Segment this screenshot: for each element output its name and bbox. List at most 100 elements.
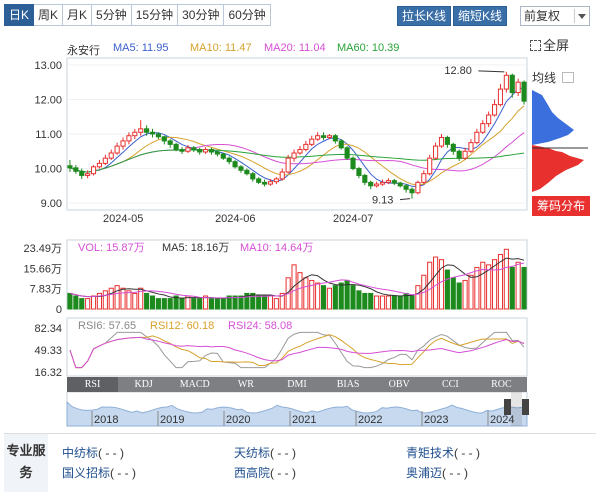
volume-bar (256, 295, 262, 310)
candle-body (85, 173, 91, 176)
service-link[interactable]: 奥浦迈( - - ) (406, 464, 468, 481)
navigator-window[interactable] (511, 392, 522, 426)
volume-bar (144, 292, 150, 310)
candle-body (427, 157, 433, 175)
candle-body (509, 74, 515, 94)
price-tick-label: 12.00 (34, 94, 62, 106)
volume-bar (132, 292, 138, 310)
date-tick-label: 2024-07 (333, 213, 373, 225)
candle-body (474, 131, 480, 144)
candle-body (285, 157, 291, 173)
candle-body (344, 147, 350, 159)
indicator-tab-dmi[interactable]: DMI (271, 377, 322, 392)
candle-body (220, 153, 226, 159)
candle-body (126, 135, 132, 142)
volume-bar (267, 295, 274, 310)
volume-bar (350, 285, 356, 310)
candle-body (468, 142, 474, 152)
indicator-tab-kdj[interactable]: KDJ (118, 377, 169, 392)
candle-body (409, 188, 415, 194)
volume-bar (385, 295, 391, 310)
volume-bar (167, 298, 173, 310)
candle-body (397, 182, 403, 187)
volume-bar (332, 285, 338, 310)
price-axis: 13.00 12.00 11.00 10.00 9.00 (34, 60, 62, 210)
candle-body (138, 128, 144, 133)
vol-legend: VOL: 15.87万 (78, 242, 145, 254)
service-link[interactable]: 国义招标( - - ) (62, 464, 136, 481)
candle-body (232, 161, 238, 168)
date-tick-label: 2024-06 (215, 213, 255, 225)
indicator-tab-macd[interactable]: MACD (169, 377, 220, 392)
volume-bar (297, 272, 303, 310)
year-label: 2018 (94, 414, 118, 426)
candle-body (433, 145, 439, 159)
volume-bar (326, 287, 333, 310)
candle-body (114, 145, 120, 154)
candle-body (262, 181, 268, 185)
indicator-tab-roc[interactable]: ROC (476, 377, 527, 392)
volume-bar (474, 266, 480, 310)
navigator-left-handle[interactable] (504, 399, 511, 415)
low-price-label: 9.13 (372, 195, 393, 207)
candle-body (309, 138, 315, 145)
candle-body (338, 140, 344, 149)
volume-bar (262, 295, 268, 310)
candle-body (173, 143, 179, 151)
date-axis: 2024-05 2024-06 2024-07 (103, 213, 373, 225)
volume-bar (374, 295, 380, 310)
rsi-axis: 82.34 49.33 16.32 (34, 323, 62, 379)
service-link[interactable]: 西高院( - - ) (234, 464, 296, 481)
candle-body (415, 181, 421, 194)
candle-body (315, 135, 321, 140)
candle-body (291, 152, 297, 159)
volume-bar (509, 266, 515, 310)
candle-body (161, 136, 167, 142)
volume-bar (179, 298, 185, 310)
candle-body (462, 150, 468, 159)
candle-body (403, 185, 409, 190)
year-label: 2023 (424, 414, 448, 426)
candle-body (350, 157, 356, 170)
volume-bar (433, 256, 439, 310)
indicator-tab-obv[interactable]: OBV (374, 377, 425, 392)
indicator-tab-cci[interactable]: CCI (425, 377, 476, 392)
navigator-right-handle[interactable] (522, 399, 529, 415)
stock-chart: 13.00 12.00 11.00 10.00 9.00 12.80 9.13 2024-… (23, 57, 588, 427)
candle-body (326, 135, 333, 138)
volume-bar (368, 292, 374, 310)
price-tick-label: 10.00 (34, 164, 62, 176)
service-link[interactable]: 青矩技术( - - ) (406, 444, 480, 461)
volume-bar (427, 261, 433, 310)
year-label: 2019 (160, 414, 184, 426)
year-label: 2022 (358, 414, 382, 426)
service-link[interactable]: 中纺标( - - ) (62, 444, 124, 461)
candle-body (149, 131, 156, 135)
candle-body (279, 171, 285, 180)
volume-bar (149, 295, 156, 310)
indicator-tab-bias[interactable]: BIAS (323, 377, 374, 392)
volume-bar (102, 290, 108, 310)
candle-body (250, 173, 256, 180)
volume-bar (79, 298, 85, 310)
indicator-tab-rsi[interactable]: RSI (67, 377, 119, 392)
volume-bar (362, 292, 368, 310)
candle-body (185, 147, 191, 152)
volume-bar (120, 287, 126, 310)
candle-body (203, 149, 209, 153)
volume-bar (462, 279, 468, 310)
candle-body (179, 149, 185, 152)
volume-bar (397, 295, 403, 310)
volume-bar (220, 298, 226, 310)
candle-body (132, 131, 138, 137)
volume-bar (515, 261, 521, 310)
year-label: 2024 (490, 414, 514, 426)
chip-distribution-chart (532, 90, 588, 192)
volume-bar (90, 295, 97, 310)
indicator-tab-wr[interactable]: WR (220, 377, 271, 392)
volume-bar (238, 295, 244, 310)
rsi24-legend: RSI24: 58.08 (228, 320, 292, 332)
candle-body (515, 81, 521, 94)
candle-body (421, 173, 427, 183)
service-link[interactable]: 天纺标( - - ) (234, 444, 296, 461)
